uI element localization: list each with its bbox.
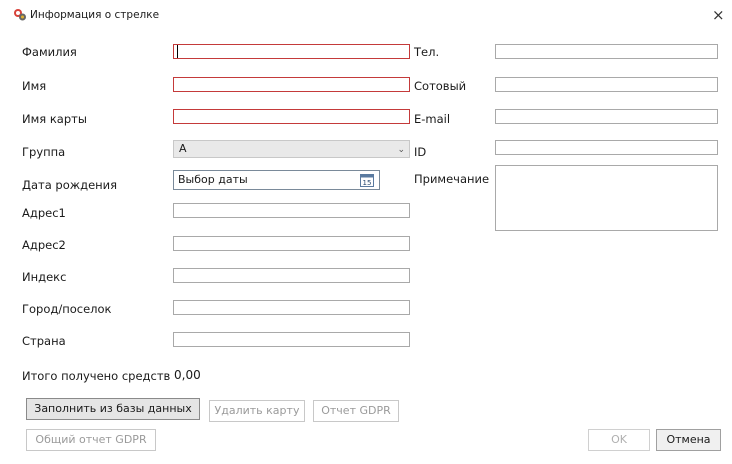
address2-input[interactable]: [173, 236, 410, 251]
funds-label: Итого получено средств: [22, 369, 171, 383]
surname-label: Фамилия: [22, 45, 77, 59]
country-input[interactable]: [173, 332, 410, 347]
gdpr-total-report-button[interactable]: Общий отчет GDPR: [26, 429, 156, 451]
index-input[interactable]: [173, 268, 410, 283]
group-label: Группа: [22, 145, 66, 159]
note-textarea[interactable]: [495, 165, 718, 231]
window-title: Информация о стрелке: [30, 9, 160, 21]
mobile-input[interactable]: [495, 77, 718, 92]
email-input[interactable]: [495, 109, 718, 124]
birthdate-picker[interactable]: Выбор даты 15: [173, 170, 380, 190]
address2-label: Адрес2: [22, 238, 66, 252]
cardname-input[interactable]: [173, 109, 410, 124]
name-input[interactable]: [173, 77, 410, 92]
archer-target-icon: [14, 9, 26, 21]
address1-label: Адрес1: [22, 206, 66, 220]
name-label: Имя: [22, 79, 47, 93]
id-input[interactable]: [495, 140, 718, 155]
group-select[interactable]: A ⌄: [173, 140, 410, 158]
text-caret: [177, 45, 178, 58]
surname-input[interactable]: [173, 44, 410, 59]
phone-input[interactable]: [495, 44, 718, 59]
birthdate-placeholder: Выбор даты: [178, 173, 248, 186]
phone-label: Тел.: [414, 45, 440, 59]
funds-value: 0,00: [174, 368, 201, 382]
ok-button[interactable]: OK: [588, 429, 650, 451]
email-label: E-mail: [414, 112, 451, 126]
gdpr-report-button[interactable]: Отчет GDPR: [313, 400, 399, 422]
note-label: Примечание: [414, 172, 490, 186]
close-icon[interactable]: ×: [712, 6, 725, 24]
birthdate-label: Дата рождения: [22, 178, 118, 192]
cardname-label: Имя карты: [22, 112, 87, 126]
chevron-down-icon: ⌄: [397, 145, 405, 155]
group-select-value: A: [179, 142, 187, 155]
cancel-button[interactable]: Отмена: [656, 429, 721, 451]
city-label: Город/поселок: [22, 302, 112, 316]
city-input[interactable]: [173, 300, 410, 315]
delete-card-button[interactable]: Удалить карту: [209, 400, 305, 422]
index-label: Индекс: [22, 270, 67, 284]
id-label: ID: [414, 145, 427, 159]
mobile-label: Сотовый: [414, 79, 467, 93]
calendar-icon[interactable]: 15: [360, 173, 374, 187]
country-label: Страна: [22, 334, 66, 348]
address1-input[interactable]: [173, 203, 410, 218]
calendar-day: 15: [363, 179, 372, 187]
fill-from-db-button[interactable]: Заполнить из базы данных: [26, 398, 200, 420]
